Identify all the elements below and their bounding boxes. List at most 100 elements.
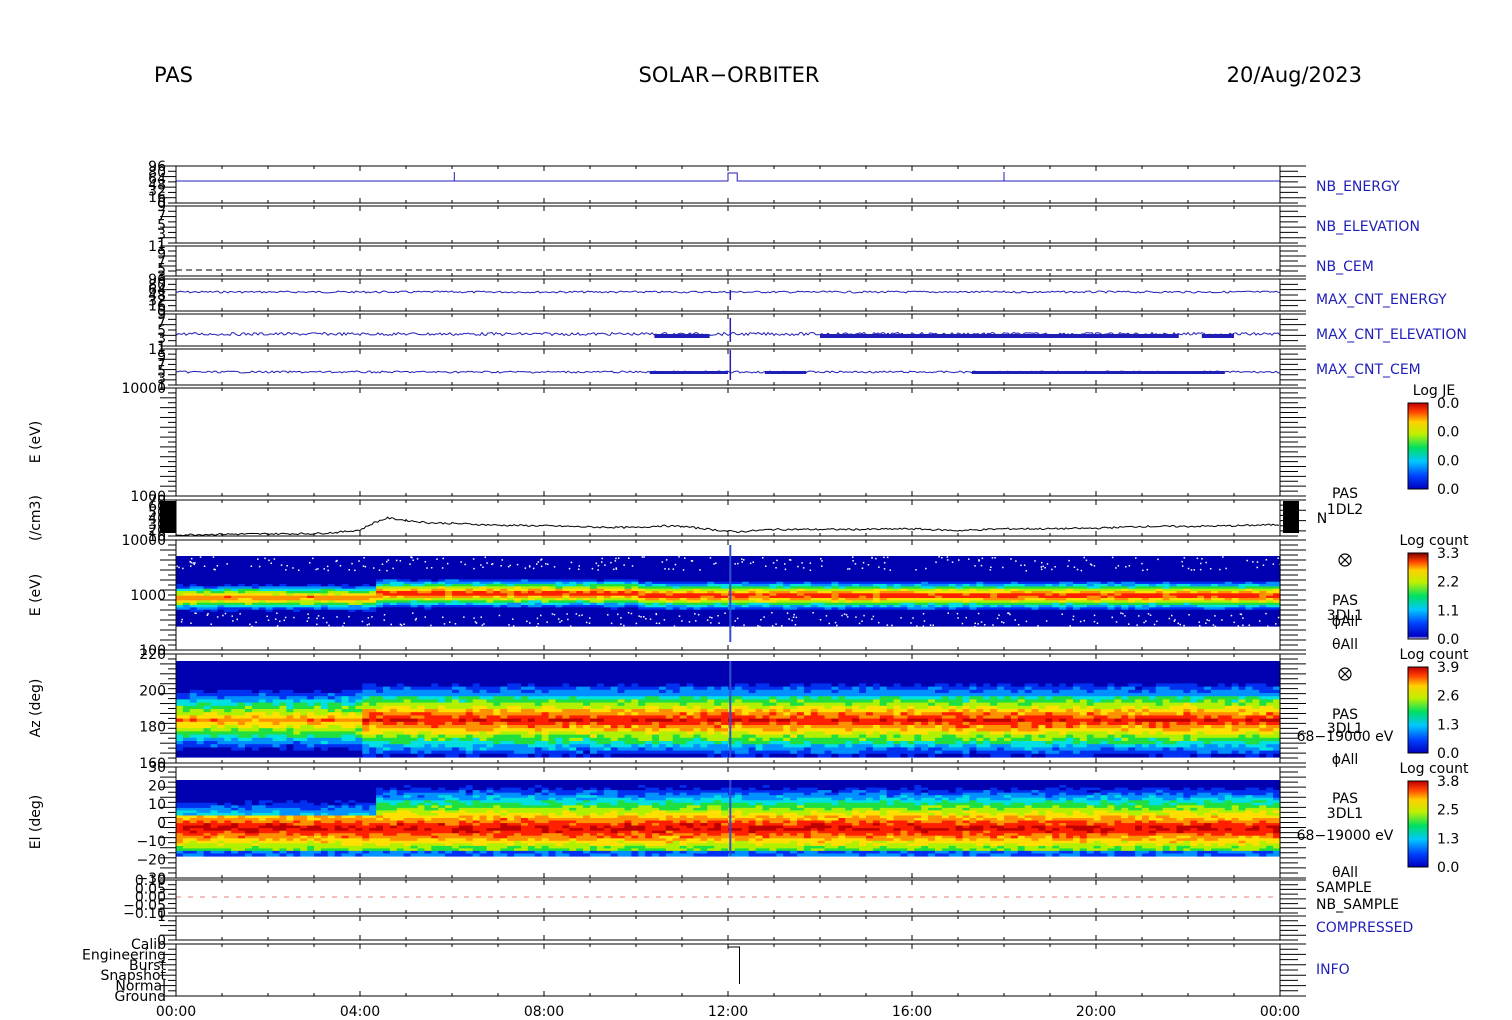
energy-spectrogram-cell — [810, 623, 819, 627]
energy-spectrogram-cell — [700, 623, 708, 627]
energy-spectrogram-cell — [1010, 623, 1019, 627]
energy-spectrogram-cell — [838, 623, 846, 627]
instrument-title: PAS — [154, 63, 193, 87]
energy-spectrogram-cell — [493, 623, 501, 627]
energy-spectrogram-cell — [997, 623, 1005, 627]
energy-spectrogram-cell — [1079, 623, 1088, 627]
energy-spectrogram-cell — [1197, 623, 1205, 627]
energy-spectrogram-cell — [1038, 623, 1046, 627]
energy-spectrogram-cell — [776, 623, 784, 627]
energy-spectrogram-cell — [1259, 623, 1267, 627]
energy-spectrogram-cell — [1273, 623, 1281, 627]
energy-spectrogram-cell — [1121, 623, 1129, 627]
energy-spectrogram-cell — [590, 623, 598, 627]
energy-spectrogram-cell — [928, 623, 936, 627]
energy-spectrogram-cell — [852, 623, 860, 627]
energy-spectrogram-cell — [1107, 623, 1115, 627]
energy-spectrogram-cell — [583, 623, 591, 627]
energy-spectrogram-cell — [258, 623, 267, 627]
energy-spectrogram-cell — [969, 623, 977, 627]
energy-spectrogram-cell — [693, 623, 701, 627]
energy-spectrogram-cell — [665, 623, 674, 627]
azimuth-spectrogram-cell — [182, 753, 191, 758]
energy-spectrogram-cell — [659, 623, 667, 627]
energy-spectrogram-cell — [1024, 623, 1033, 627]
energy-spectrogram-cell — [645, 623, 653, 627]
energy-spectrogram-cell — [707, 623, 715, 627]
energy-spectrogram-cell — [189, 623, 198, 627]
energy-spectrogram-cell — [1059, 623, 1067, 627]
energy-spectrogram-cell — [1162, 623, 1171, 627]
energy-spectrogram-cell — [176, 623, 184, 627]
energy-spectrogram-cell — [734, 623, 743, 627]
azimuth-spectrogram-cell — [203, 753, 212, 758]
energy-spectrogram-cell — [293, 623, 301, 627]
energy-spectrogram-cell — [348, 623, 356, 627]
energy-spectrogram-cell — [596, 623, 605, 627]
energy-spectrogram-cell — [265, 623, 274, 627]
energy-spectrogram-cell — [548, 623, 557, 627]
energy-spectrogram-cell — [431, 623, 439, 627]
energy-spectrogram-cell — [803, 623, 812, 627]
energy-spectrogram-cell — [914, 623, 922, 627]
energy-spectrogram-cell — [1169, 623, 1178, 627]
energy-spectrogram-cell — [1204, 623, 1212, 627]
energy-spectrogram-cell — [286, 623, 294, 627]
energy-spectrogram-cell — [300, 623, 308, 627]
azimuth-spectrogram-cell — [189, 753, 198, 758]
energy-spectrogram-cell — [320, 623, 329, 627]
energy-spectrogram-cell — [417, 623, 425, 627]
energy-spectrogram-cell — [196, 623, 205, 627]
energy-spectrogram-cell — [941, 623, 950, 627]
energy-spectrogram-cell — [500, 623, 508, 627]
energy-spectrogram-cell — [900, 623, 908, 627]
energy-spectrogram-cell — [1252, 623, 1260, 627]
energy-spectrogram-cell — [962, 623, 971, 627]
energy-spectrogram-cell — [576, 623, 584, 627]
energy-spectrogram-cell — [238, 623, 246, 627]
energy-spectrogram-cell — [921, 623, 929, 627]
energy-spectrogram-cell — [279, 623, 287, 627]
energy-spectrogram-cell — [555, 623, 563, 627]
energy-spectrogram-cell — [679, 623, 688, 627]
azimuth-spectrogram-cell — [210, 753, 218, 758]
energy-spectrogram-cell — [217, 623, 225, 627]
energy-spectrogram-cell — [824, 623, 833, 627]
energy-spectrogram-cell — [797, 623, 805, 627]
energy-spectrogram-cell — [1190, 623, 1198, 627]
energy-spectrogram-cell — [762, 623, 770, 627]
energy-spectrogram-cell — [603, 623, 612, 627]
energy-spectrogram-cell — [203, 623, 212, 627]
energy-spectrogram-cell — [182, 623, 191, 627]
energy-spectrogram-cell — [376, 623, 384, 627]
energy-spectrogram-cell — [721, 623, 729, 627]
azimuth-spectrogram-cell — [176, 753, 184, 758]
energy-spectrogram-cell — [1073, 623, 1081, 627]
energy-spectrogram-cell — [486, 623, 494, 627]
energy-spectrogram-cell — [1004, 623, 1012, 627]
energy-spectrogram-cell — [783, 623, 791, 627]
energy-spectrogram-cell — [714, 623, 722, 627]
energy-spectrogram-cell — [748, 623, 757, 627]
energy-spectrogram-cell — [652, 623, 660, 627]
energy-spectrogram-cell — [251, 623, 260, 627]
energy-spectrogram-cell — [272, 623, 281, 627]
date-title: 20/Aug/2023 — [1227, 63, 1362, 87]
energy-spectrogram-cell — [541, 623, 550, 627]
energy-spectrogram-cell — [831, 623, 839, 627]
energy-spectrogram-cell — [355, 623, 363, 627]
energy-spectrogram-cell — [307, 623, 315, 627]
energy-spectrogram-cell — [686, 623, 695, 627]
energy-spectrogram-cell — [465, 623, 474, 627]
azimuth-spectrogram-cell — [196, 753, 205, 758]
energy-spectrogram-cell — [514, 623, 522, 627]
energy-spectrogram-cell — [472, 623, 481, 627]
energy-spectrogram-cell — [231, 623, 239, 627]
energy-spectrogram-cell — [879, 623, 888, 627]
energy-spectrogram-cell — [1045, 623, 1053, 627]
spectrogram-layer — [176, 545, 1281, 857]
energy-spectrogram-cell — [562, 623, 570, 627]
energy-spectrogram-cell — [1086, 623, 1095, 627]
pas-summary-figure: PAS SOLAR−ORBITER 20/Aug/2023 9680644832… — [28, 63, 1469, 1020]
energy-spectrogram-cell — [1155, 623, 1164, 627]
